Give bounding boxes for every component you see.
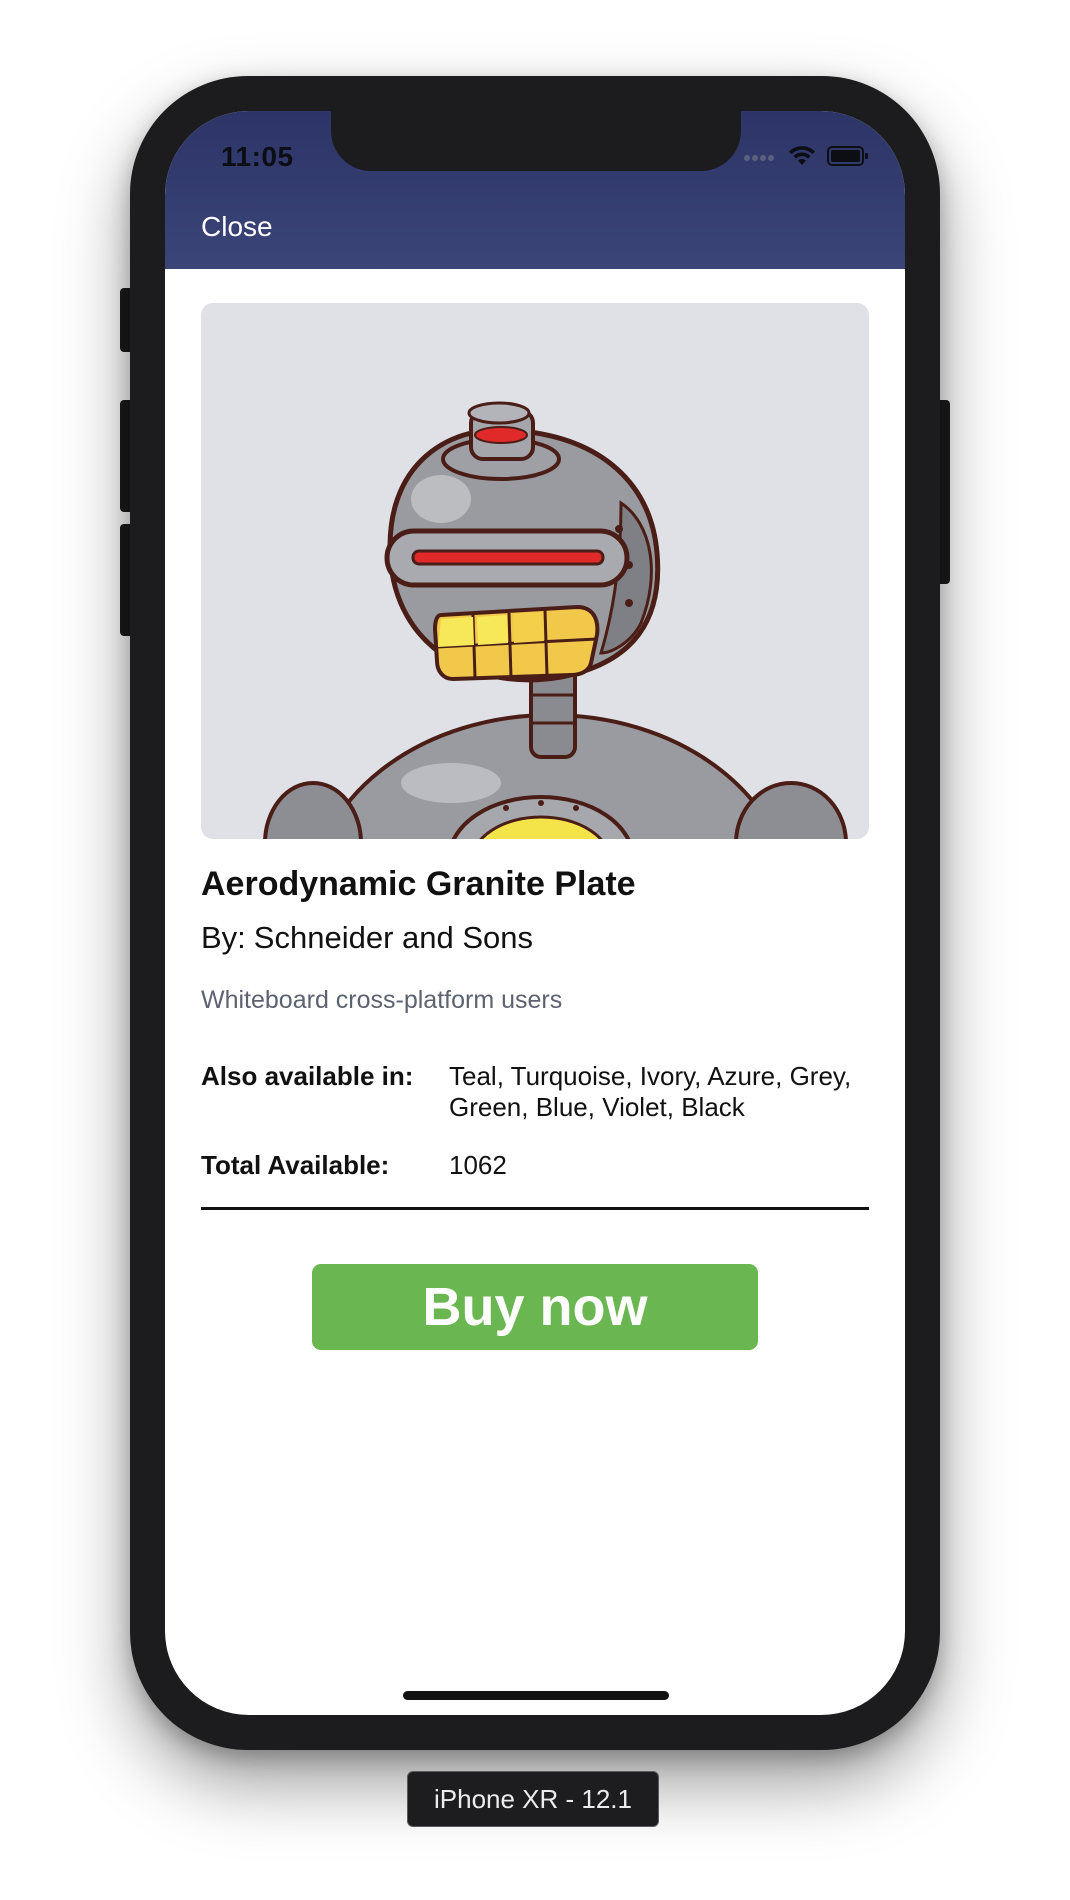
product-image [201, 303, 869, 839]
signal-dots-icon [743, 150, 777, 168]
vendor-name: Schneider and Sons [253, 920, 533, 955]
detail-label: Also available in: [201, 1061, 414, 1091]
wifi-icon [787, 145, 817, 172]
phone-screen: 11:05 Close Aerodynamic Granite Plate By… [165, 111, 905, 1715]
robot-illustration-icon [263, 401, 848, 839]
vendor-prefix: By: [201, 920, 246, 955]
detail-value: Teal, Turquoise, Ivory, Azure, Grey, Gre… [449, 1061, 852, 1122]
product-title: Aerodynamic Granite Plate [201, 865, 636, 903]
device-label: iPhone XR - 12.1 [407, 1771, 659, 1827]
navigation-bar: 11:05 Close [165, 111, 905, 269]
notch [331, 111, 741, 171]
product-detail: Aerodynamic Granite Plate By: Schneider a… [201, 303, 869, 1350]
detail-label: Total Available: [201, 1150, 390, 1180]
product-details-table: Also available in: Teal, Turquoise, Ivor… [201, 1061, 869, 1181]
divider [201, 1207, 869, 1210]
detail-row-total: Total Available: 1062 [201, 1150, 869, 1181]
detail-row-colors: Also available in: Teal, Turquoise, Ivor… [201, 1061, 869, 1123]
buy-now-button[interactable]: Buy now [312, 1264, 758, 1350]
status-time: 11:05 [221, 141, 294, 172]
battery-icon [827, 146, 869, 171]
product-vendor: By: Schneider and Sons [201, 920, 869, 956]
simulator-stage: 11:05 Close Aerodynamic Granite Plate By… [0, 0, 1070, 1900]
status-icons [743, 145, 869, 172]
detail-value: 1062 [449, 1150, 507, 1180]
product-description: Whiteboard cross-platform users [201, 986, 563, 1014]
close-button[interactable]: Close [201, 211, 273, 243]
home-indicator[interactable] [403, 1691, 669, 1700]
